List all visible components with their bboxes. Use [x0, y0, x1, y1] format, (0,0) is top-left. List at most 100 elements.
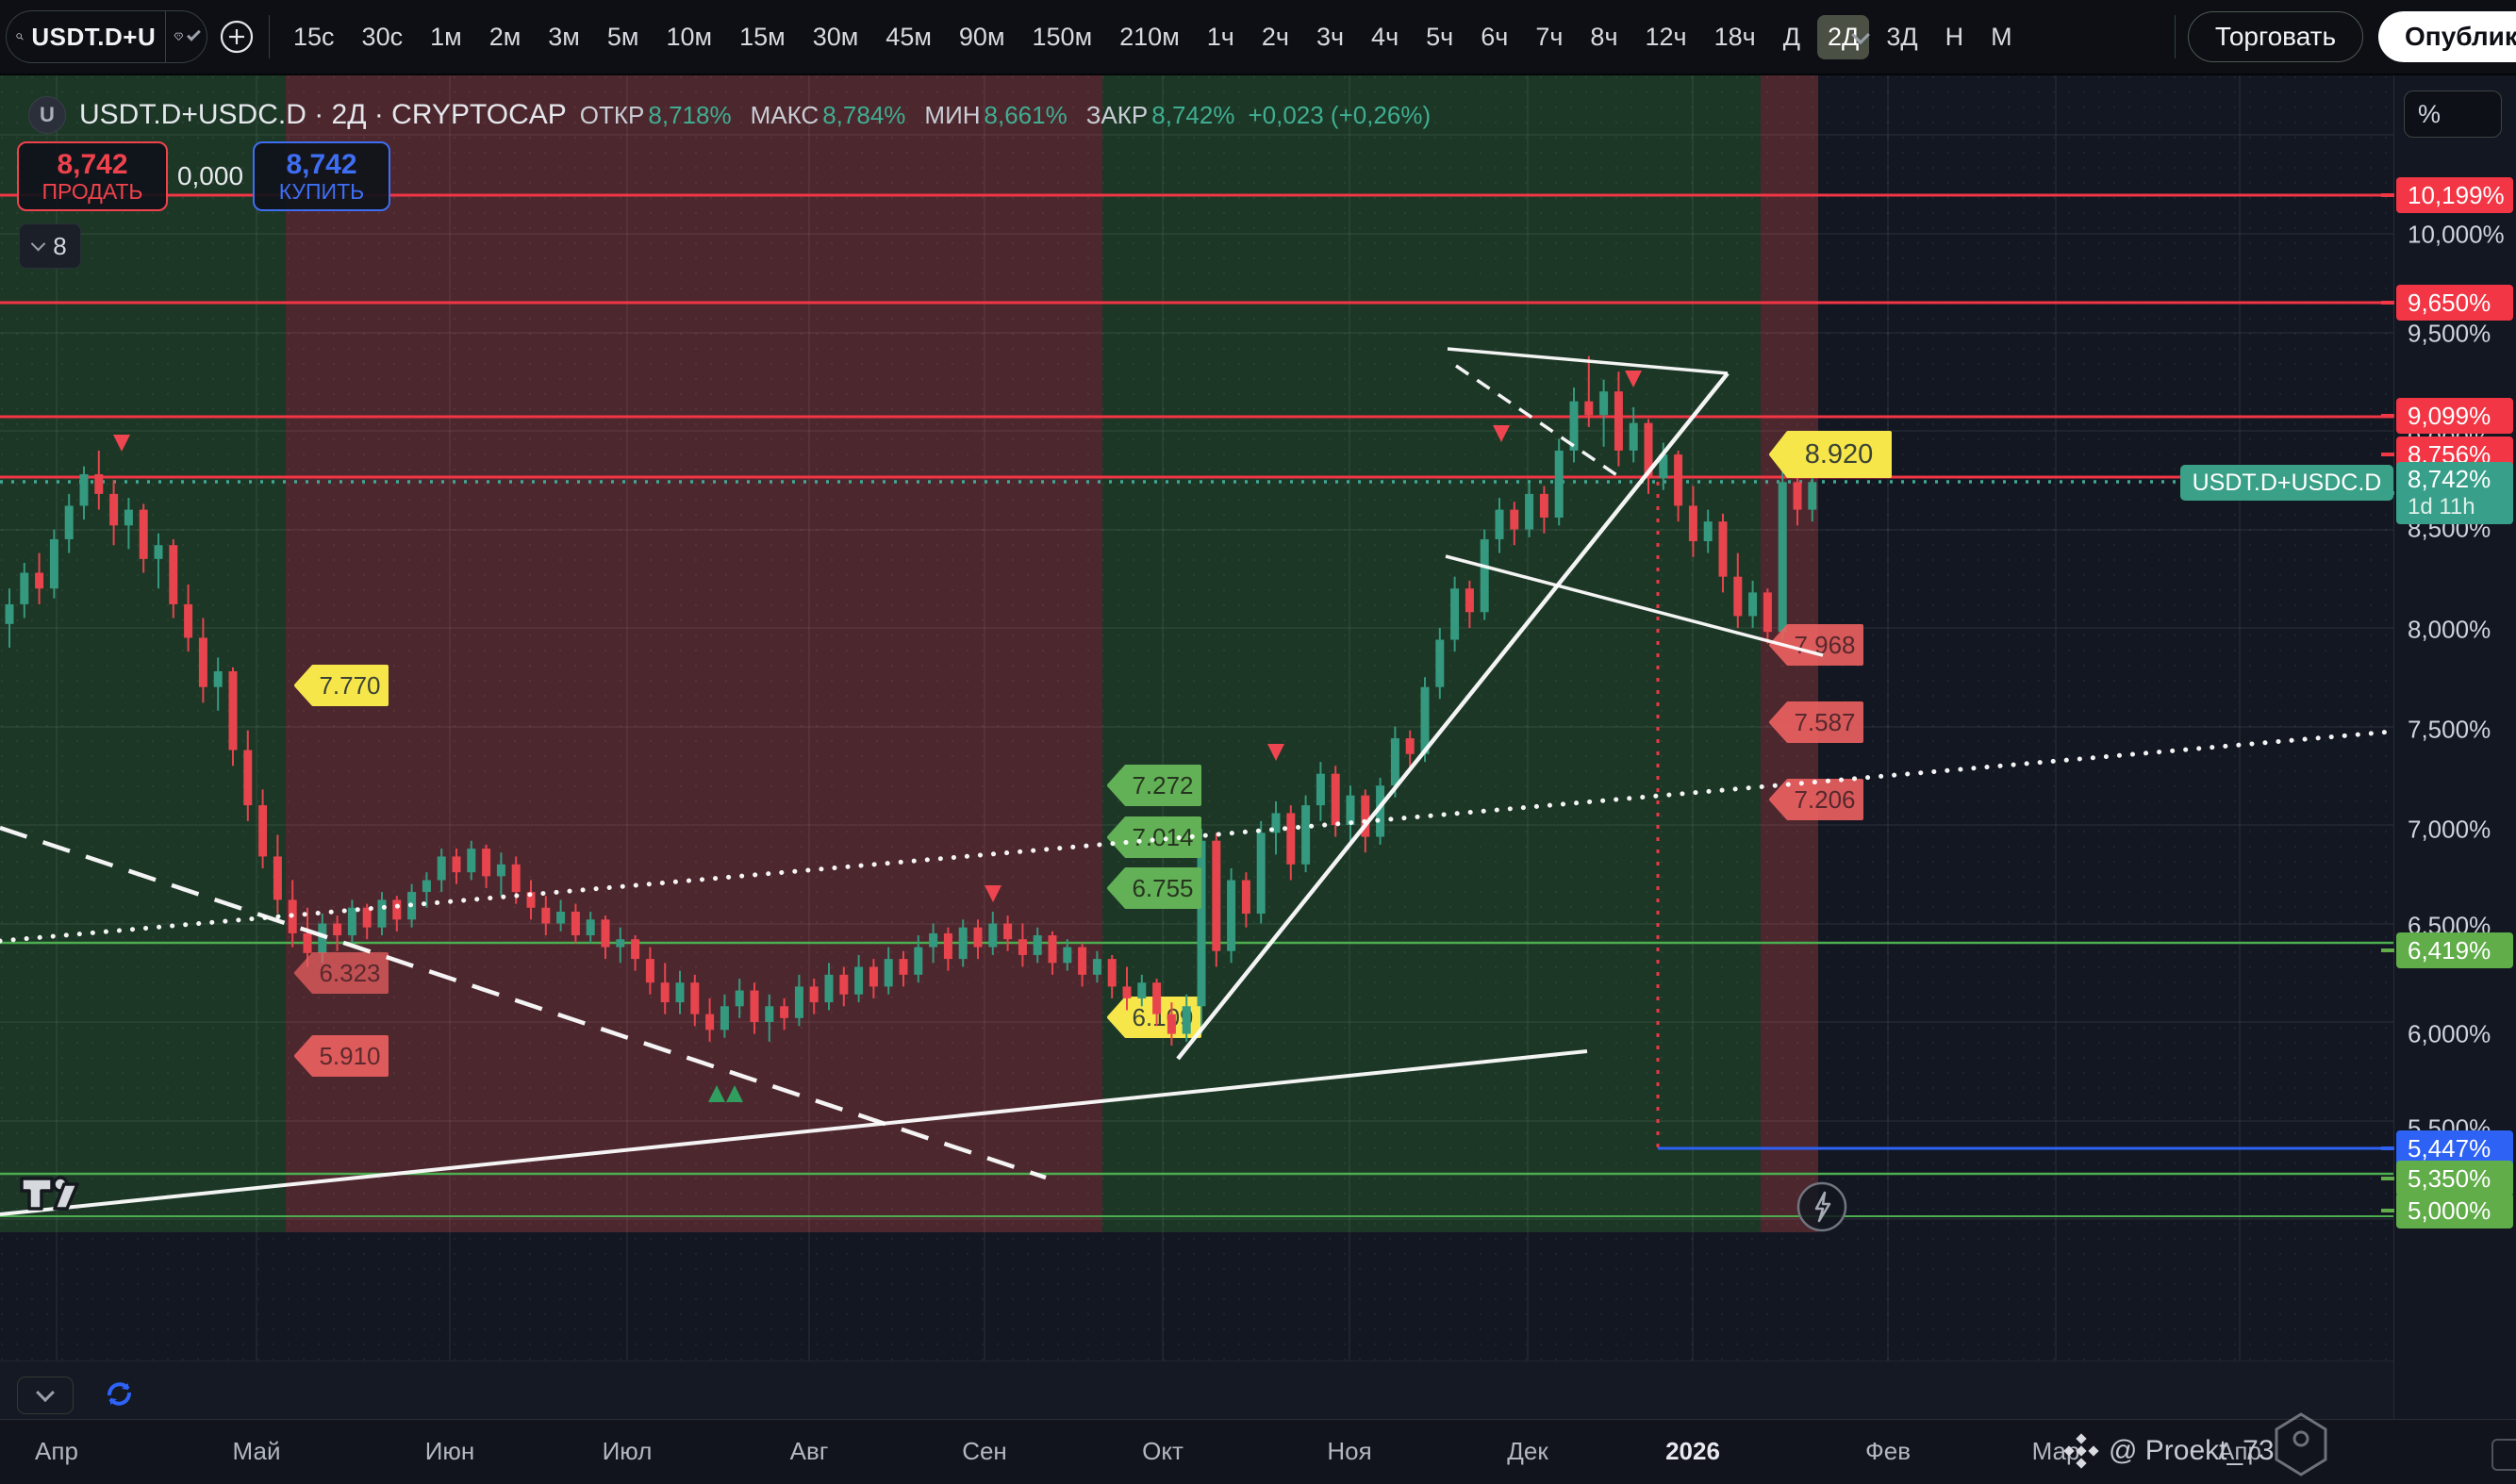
price-tag: 6.755 [1109, 869, 1200, 907]
svg-text:7.968: 7.968 [1794, 631, 1855, 659]
timeframe-150м[interactable]: 150м [1022, 15, 1103, 59]
symbol-search[interactable]: USDT.D+U [6, 10, 207, 63]
timeframe-5м[interactable]: 5м [597, 15, 650, 59]
time-tick-Сен: Сен [962, 1437, 1007, 1466]
timeframe-8ч[interactable]: 8ч [1580, 15, 1628, 59]
svg-text:7.770: 7.770 [319, 671, 380, 700]
tradingview-logo[interactable] [19, 1172, 83, 1213]
tradingview-app: 6.1097.7706.3235.9107.2727.0146.7558.920… [0, 0, 2516, 1484]
ohlc-item: ОТКР8,718% [580, 101, 732, 130]
price-flag: 10,199% [2396, 177, 2513, 213]
price-tag: 7.770 [296, 667, 387, 704]
timeframe-3ч[interactable]: 3ч [1306, 15, 1354, 59]
time-tick-Июл: Июл [603, 1437, 653, 1466]
price-flag: 8,742%1d 11h [2396, 462, 2513, 524]
price-flag: 5,000% [2396, 1193, 2513, 1228]
spread-value: 0,000 [168, 161, 253, 191]
timeframe-М[interactable]: М [1980, 15, 2023, 59]
sell-label: ПРОДАТЬ [41, 180, 142, 203]
price-tick: 7,500% [2408, 716, 2491, 745]
time-tick-Ноя: Ноя [1327, 1437, 1371, 1466]
author-watermark: @ Proekt_73 [2063, 1433, 2275, 1469]
diamond-logo-icon [2063, 1433, 2099, 1469]
author-handle: @ Proekt_73 [2109, 1435, 2275, 1467]
order-panel: 8,742 ПРОДАТЬ 0,000 8,742 КУПИТЬ [17, 141, 390, 211]
price-flag: 9,650% [2396, 285, 2513, 321]
timeframe-12ч[interactable]: 12ч [1635, 15, 1697, 59]
ohlc-item: МИН8,661% [924, 101, 1067, 130]
timeframe-2м[interactable]: 2м [479, 15, 532, 59]
price-tag: 7.014 [1109, 818, 1200, 856]
add-symbol-button[interactable] [220, 20, 254, 54]
price-tick: 6,000% [2408, 1020, 2491, 1049]
price-tag: 8.920 [1771, 433, 1890, 476]
timeframe-30м[interactable]: 30м [803, 15, 869, 59]
timeframe-45м[interactable]: 45м [875, 15, 942, 59]
gem-icon[interactable] [174, 23, 184, 51]
time-tick-2026: 2026 [1665, 1437, 1720, 1466]
legend-title: USDT.D+USDC.D · 2Д · CRYPTOCAP [79, 99, 567, 131]
time-tick-Май: Май [233, 1437, 281, 1466]
time-tick-Окт: Окт [1142, 1437, 1184, 1466]
timeframe-3Д[interactable]: 3Д [1876, 15, 1928, 59]
price-unit-button[interactable]: % [2404, 91, 2502, 138]
pane-collapse-button[interactable] [17, 1377, 74, 1414]
svg-text:7.014: 7.014 [1132, 823, 1193, 851]
refresh-icon[interactable] [100, 1375, 138, 1412]
hexagon-watermark-icon [2271, 1410, 2331, 1478]
time-tick-Фев: Фев [1865, 1437, 1911, 1466]
price-flag: 9,099% [2396, 398, 2513, 434]
timeframe-90м[interactable]: 90м [949, 15, 1016, 59]
price-tick: 7,000% [2408, 816, 2491, 845]
price-line-symbol-tag: USDT.D+USDC.D [2180, 465, 2393, 501]
chart-legend[interactable]: U USDT.D+USDC.D · 2Д · CRYPTOCAP ОТКР8,7… [28, 92, 1431, 138]
sell-price: 8,742 [57, 150, 127, 180]
timeframe-210м[interactable]: 210м [1109, 15, 1190, 59]
ohlc-item: МАКС8,784% [751, 101, 906, 130]
time-tick-Авг: Авг [790, 1437, 829, 1466]
change-value: +0,023 (+0,26%) [1248, 101, 1431, 130]
corner-icon[interactable] [2491, 1439, 2516, 1471]
svg-text:7.272: 7.272 [1132, 771, 1193, 800]
svg-text:7.587: 7.587 [1794, 708, 1855, 736]
svg-text:6.755: 6.755 [1132, 874, 1193, 902]
timeframe-Д[interactable]: Д [1773, 15, 1811, 59]
timeframe-4ч[interactable]: 4ч [1361, 15, 1409, 59]
price-tag: 5.910 [296, 1037, 387, 1075]
timeframe-30с[interactable]: 30с [352, 15, 414, 59]
timeframe-1м[interactable]: 1м [420, 15, 472, 59]
chevron-down-icon [31, 236, 46, 251]
timeframe-2ч[interactable]: 2ч [1251, 15, 1299, 59]
chevron-down-icon[interactable] [187, 27, 201, 41]
timeframe-row: 15с30с1м2м3м5м10м15м30м45м90м150м210м1ч2… [283, 0, 2023, 74]
price-tag: 7.587 [1771, 703, 1862, 741]
timeframe-15с[interactable]: 15с [283, 15, 345, 59]
time-tick-Апр: Апр [35, 1437, 78, 1466]
timeframe-15м[interactable]: 15м [729, 15, 796, 59]
buy-button[interactable]: 8,742 КУПИТЬ [253, 141, 390, 211]
timeframe-18ч[interactable]: 18ч [1704, 15, 1766, 59]
price-tag: 6.323 [296, 954, 387, 992]
timeframe-7ч[interactable]: 7ч [1525, 15, 1573, 59]
toolbar-divider [2175, 15, 2176, 58]
price-axis[interactable]: % 10,000%9,500%9,000%8,500%8,000%7,500%7… [2393, 74, 2516, 1484]
time-tick-Дек: Дек [1507, 1437, 1548, 1466]
publish-button[interactable]: Опублико [2378, 11, 2516, 62]
trade-button[interactable]: Торговать [2188, 11, 2363, 62]
lightning-button[interactable] [1796, 1180, 1848, 1233]
buy-label: КУПИТЬ [279, 180, 364, 203]
svg-text:7.206: 7.206 [1794, 785, 1855, 814]
symbol-search-text: USDT.D+U [31, 23, 156, 52]
price-tick: 8,000% [2408, 616, 2491, 645]
timeframe-5ч[interactable]: 5ч [1415, 15, 1464, 59]
timeframe-3м[interactable]: 3м [538, 15, 590, 59]
sell-button[interactable]: 8,742 ПРОДАТЬ [17, 141, 168, 211]
timeframe-10м[interactable]: 10м [655, 15, 722, 59]
timeframe-Н[interactable]: Н [1935, 15, 1975, 59]
price-tag: 7.272 [1109, 767, 1200, 804]
chart-canvas[interactable]: 6.1097.7706.3235.9107.2727.0146.7558.920… [0, 0, 2516, 1484]
timeframe-6ч[interactable]: 6ч [1470, 15, 1518, 59]
timeframe-1ч[interactable]: 1ч [1197, 15, 1245, 59]
indicators-collapse-button[interactable]: 8 [19, 223, 81, 269]
ohlc-item: ЗАКР8,742% [1086, 101, 1235, 130]
